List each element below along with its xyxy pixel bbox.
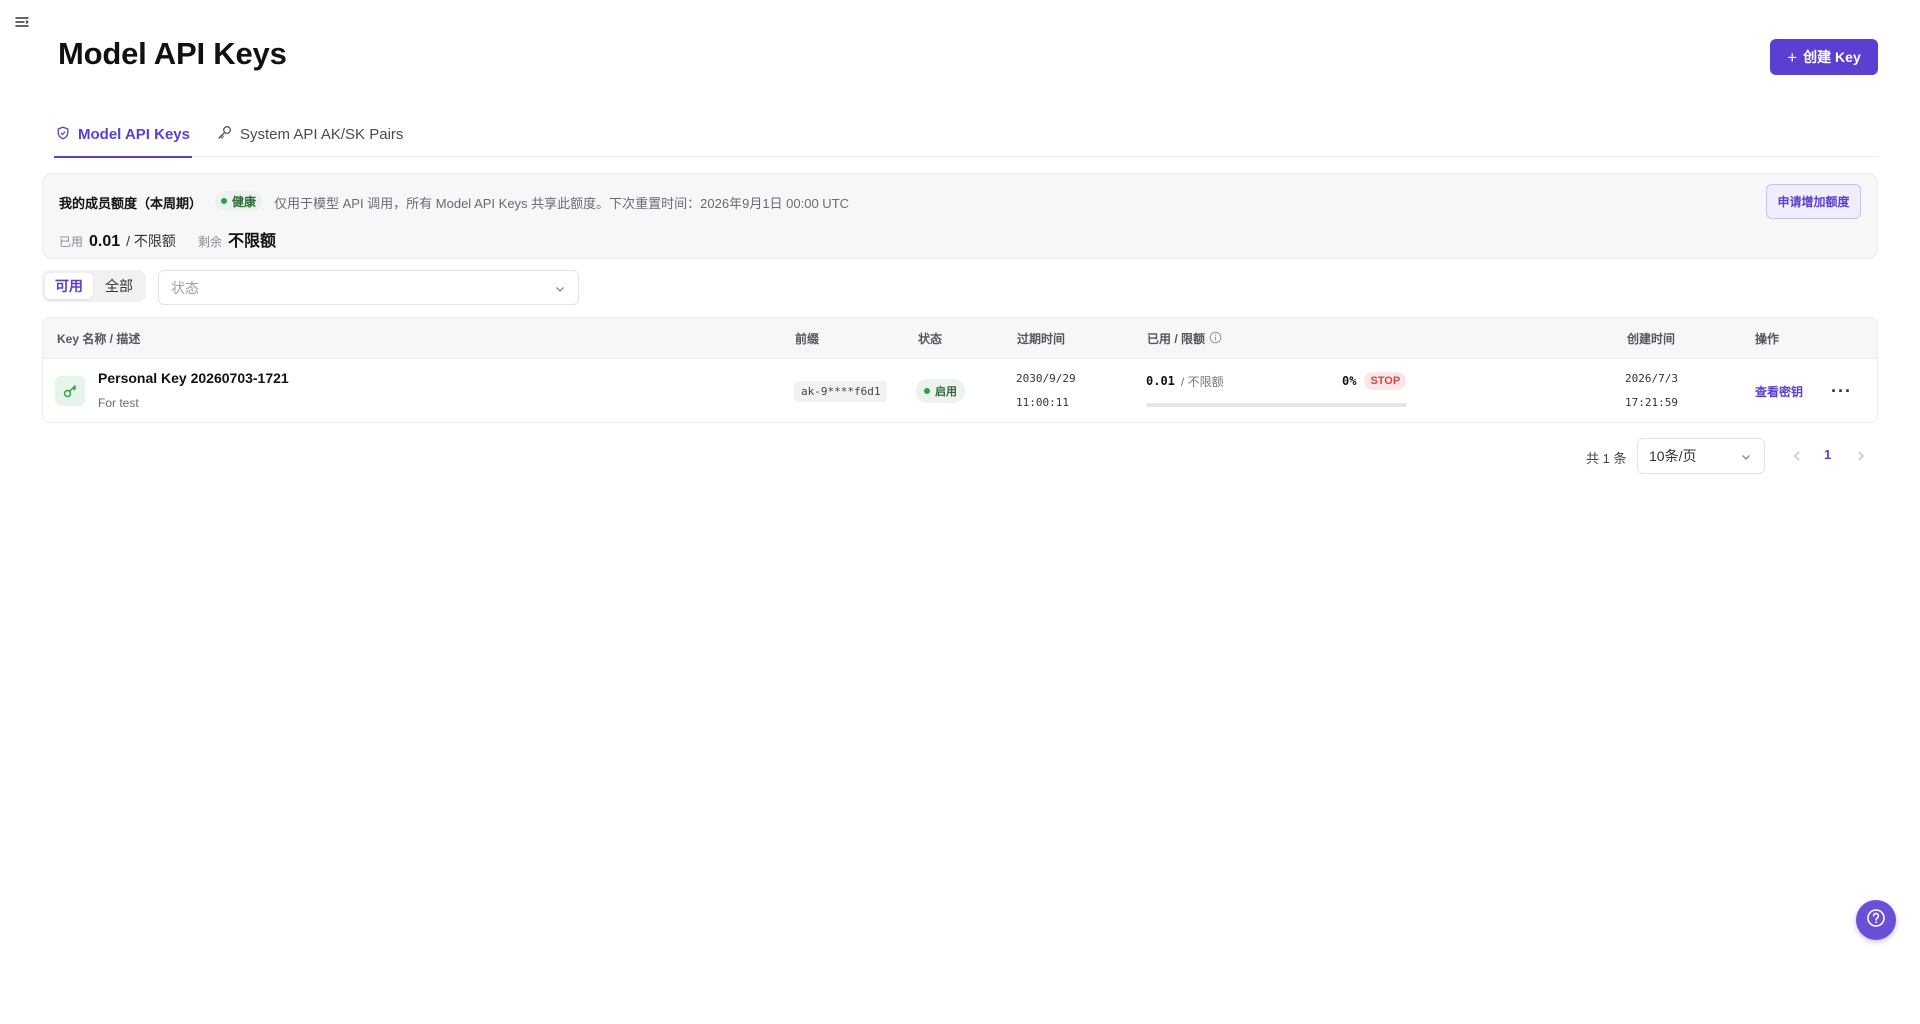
health-status-badge: 健康	[215, 191, 263, 211]
next-page-icon[interactable]	[1854, 447, 1868, 470]
expires-time: 11:00:11	[1016, 396, 1069, 409]
created-time: 17:21:59	[1625, 396, 1678, 409]
table-header: Key 名称 / 描述 前缀 状态 过期时间 已用 / 限额 创建时间 操作	[43, 318, 1877, 359]
page-number-current[interactable]: 1	[1824, 447, 1831, 462]
key-name: Personal Key 20260703-1721	[98, 370, 289, 386]
availability-segmented-control: 可用 全部	[42, 270, 146, 302]
remaining-label: 剩余	[197, 235, 222, 249]
tab-system-api-ak-sk[interactable]: System API AK/SK Pairs	[217, 112, 403, 157]
api-keys-table: Key 名称 / 描述 前缀 状态 过期时间 已用 / 限额 创建时间 操作 P…	[42, 317, 1878, 423]
page-size-value: 10条/页	[1649, 448, 1697, 464]
prefix-cell: ak-9****f6d1	[794, 359, 888, 422]
tab-model-api-keys[interactable]: Model API Keys	[54, 112, 192, 158]
col-header-prefix: 前缀	[795, 332, 820, 346]
key-icon	[217, 125, 232, 144]
usage-limit: / 不限额	[1180, 374, 1224, 389]
col-header-name: Key 名称 / 描述	[57, 332, 141, 346]
view-secret-link[interactable]: 查看密钥	[1755, 383, 1803, 400]
col-header-status: 状态	[918, 332, 943, 346]
created-date: 2026/7/3	[1625, 372, 1678, 385]
chevron-down-icon	[554, 282, 566, 298]
remaining-value: 不限额	[227, 233, 276, 250]
chevron-down-icon	[1740, 450, 1752, 466]
page-title: Model API Keys	[58, 36, 287, 71]
shield-icon	[56, 126, 70, 144]
expires-date: 2030/9/29	[1016, 372, 1076, 385]
table-row: Personal Key 20260703-1721 For test ak-9…	[43, 359, 1877, 422]
used-value: 0.01	[89, 233, 121, 250]
create-key-button[interactable]: + 创建 Key	[1770, 39, 1878, 75]
usage-progress-bar	[1146, 403, 1407, 407]
key-prefix: ak-9****f6d1	[794, 380, 888, 402]
status-placeholder: 状态	[171, 279, 199, 296]
info-icon[interactable]	[1209, 331, 1222, 347]
menu-toggle-icon[interactable]	[14, 14, 32, 32]
segment-all[interactable]: 全部	[95, 273, 143, 299]
key-description: For test	[98, 396, 139, 410]
actions-cell: 查看密钥	[1755, 359, 1803, 422]
more-actions-icon[interactable]: ···	[1831, 381, 1852, 402]
status-badge: 启用	[916, 379, 965, 403]
apply-quota-increase-button[interactable]: 申请增加额度	[1766, 184, 1861, 219]
question-icon	[1866, 908, 1886, 933]
col-header-expires: 过期时间	[1017, 332, 1066, 346]
plus-icon: +	[1787, 47, 1798, 67]
key-icon	[55, 376, 85, 406]
create-key-label: 创建 Key	[1803, 49, 1861, 65]
usage-header-label: 已用 / 限额	[1147, 332, 1206, 346]
status-dot	[924, 388, 930, 394]
tab-label: Model API Keys	[78, 126, 190, 143]
quota-title: 我的成员额度（本周期）	[59, 196, 203, 211]
total-count: 共 1 条	[1586, 451, 1627, 466]
member-quota-card: 我的成员额度（本周期） 健康 仅用于模型 API 调用，所有 Model API…	[42, 173, 1878, 259]
status-badge-label: 启用	[935, 386, 957, 398]
usage-used: 0.01	[1146, 374, 1175, 388]
prev-page-icon[interactable]	[1790, 447, 1804, 470]
pagination: 共 1 条 10条/页 1	[0, 438, 1920, 474]
segment-available[interactable]: 可用	[45, 273, 93, 299]
col-header-actions: 操作	[1755, 332, 1780, 346]
usage-percent: 0%	[1342, 374, 1357, 388]
page-size-select[interactable]: 10条/页	[1637, 438, 1765, 474]
quota-note: 仅用于模型 API 调用，所有 Model API Keys 共享此额度。下次重…	[274, 196, 850, 211]
created-cell: 2026/7/3 17:21:59	[1625, 359, 1678, 422]
status-cell: 启用	[916, 359, 965, 422]
quota-stats: 已用 0.01 / 不限额 剩余 不限额	[59, 227, 276, 251]
used-label: 已用	[59, 235, 84, 249]
limit-text: / 不限额	[126, 233, 176, 249]
health-badge-label: 健康	[232, 194, 257, 209]
tab-label: System API AK/SK Pairs	[240, 126, 404, 143]
col-header-created: 创建时间	[1627, 332, 1676, 346]
expires-cell: 2030/9/29 11:00:11	[1016, 359, 1076, 422]
help-button[interactable]	[1856, 900, 1896, 940]
status-dot	[221, 198, 227, 204]
stop-badge: STOP	[1364, 372, 1407, 390]
more-actions-cell: ···	[1831, 359, 1852, 422]
status-filter-select[interactable]: 状态	[158, 270, 579, 305]
tab-bar: Model API Keys System API AK/SK Pairs	[54, 112, 1878, 158]
